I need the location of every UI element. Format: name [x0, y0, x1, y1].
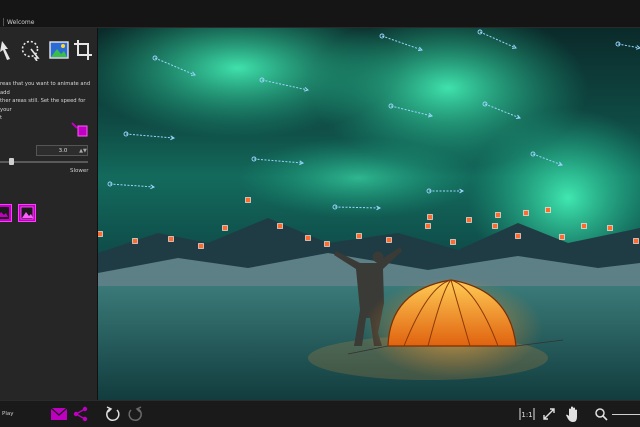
anchor-point[interactable] [495, 212, 501, 218]
anchor-point[interactable] [305, 235, 311, 241]
anchor-point[interactable] [515, 233, 521, 239]
anchor-point[interactable] [356, 233, 362, 239]
speed-input[interactable]: 3.0 ▲▼ [36, 145, 88, 156]
anchor-point[interactable] [98, 231, 103, 237]
tool-panel: reas that you want to animate and add th… [0, 28, 98, 400]
photo-canvas[interactable] [98, 28, 640, 400]
anchor-point[interactable] [545, 207, 551, 213]
anchor-point[interactable] [581, 223, 587, 229]
magnifier-icon [595, 408, 608, 421]
tab-separator [3, 18, 4, 26]
anchor-point[interactable] [633, 238, 639, 244]
motion-arrow[interactable] [152, 55, 196, 76]
tab-label: Welcome [7, 18, 35, 26]
speed-slider-thumb[interactable] [9, 158, 14, 165]
motion-arrow[interactable] [123, 131, 176, 141]
tab-welcome[interactable]: Welcome [0, 16, 34, 28]
anchor-point[interactable] [198, 243, 204, 249]
anchor-point[interactable] [559, 234, 565, 240]
speed-stepper[interactable]: ▲▼ [79, 148, 87, 154]
toolbar [0, 38, 98, 62]
share-icon [73, 406, 88, 422]
crop-tool[interactable] [72, 38, 94, 62]
hand-icon [566, 406, 577, 422]
anchor-point[interactable] [466, 217, 472, 223]
anchor-point[interactable] [523, 210, 529, 216]
instructions-text: reas that you want to animate and add th… [0, 81, 91, 121]
redo-icon [128, 406, 142, 422]
undo-icon [106, 406, 120, 422]
motion-overlay [98, 29, 640, 249]
share-button[interactable] [72, 405, 90, 423]
anchor-point[interactable] [132, 238, 138, 244]
actual-size-icon: 1:1 [519, 408, 535, 420]
anchor-point[interactable] [492, 223, 498, 229]
pan-button[interactable] [564, 405, 582, 423]
motion-arrow[interactable] [332, 204, 382, 211]
motion-arrow[interactable] [259, 77, 310, 92]
actual-size-button[interactable]: 1:1 [518, 405, 536, 423]
expand-icon [543, 408, 555, 420]
motion-arrow[interactable] [388, 103, 434, 118]
redo-button[interactable] [126, 405, 144, 423]
anchor-point[interactable] [607, 225, 613, 231]
overlay-image-icon [20, 206, 34, 220]
anchor-point[interactable] [425, 223, 431, 229]
anchor-point[interactable] [168, 236, 174, 242]
image-icon [49, 41, 69, 59]
eraser-tool[interactable] [70, 120, 90, 138]
motion-arrow[interactable] [482, 101, 521, 119]
actual-size-label: 1:1 [521, 411, 532, 419]
email-icon [50, 407, 68, 420]
zoom-button[interactable] [592, 405, 610, 423]
eraser-icon [71, 122, 88, 137]
play-label[interactable]: Play [2, 411, 13, 417]
speed-value: 3.0 [58, 147, 68, 154]
motion-arrow[interactable] [251, 156, 305, 166]
email-button[interactable] [50, 405, 68, 423]
lasso-select-tool[interactable] [20, 38, 42, 62]
lasso-select-icon [21, 40, 40, 61]
overlay-image-button[interactable] [18, 204, 36, 222]
anchor-point[interactable] [324, 241, 330, 247]
slower-label: Slower [70, 168, 89, 174]
motion-arrow[interactable] [426, 188, 465, 194]
sky-overlay-icon [0, 207, 9, 219]
undo-button[interactable] [104, 405, 122, 423]
overlay-thumbnails [0, 204, 36, 224]
image-tool[interactable] [48, 38, 70, 62]
anchor-point[interactable] [450, 239, 456, 245]
zoom-slider[interactable] [612, 414, 640, 415]
pin-arrow-icon [0, 41, 10, 60]
sky-overlay-button[interactable] [0, 204, 12, 222]
motion-arrow[interactable] [107, 181, 156, 190]
bottom-toolbar: Play 1:1 [0, 400, 640, 427]
tab-bar: Welcome [0, 0, 640, 28]
anchor-point[interactable] [245, 197, 251, 203]
anchor-point[interactable] [222, 225, 228, 231]
anchor-point[interactable] [427, 214, 433, 220]
motion-arrow[interactable] [615, 41, 640, 50]
motion-arrow[interactable] [530, 151, 563, 167]
crop-icon [74, 40, 92, 60]
motion-arrow[interactable] [379, 33, 423, 52]
anchor-point[interactable] [386, 237, 392, 243]
fit-screen-button[interactable] [540, 405, 558, 423]
app-window: Welcome reas that you want to animate an… [0, 0, 640, 427]
anchor-point[interactable] [277, 223, 283, 229]
pin-arrow-tool[interactable] [0, 38, 18, 62]
motion-arrow[interactable] [477, 29, 517, 49]
